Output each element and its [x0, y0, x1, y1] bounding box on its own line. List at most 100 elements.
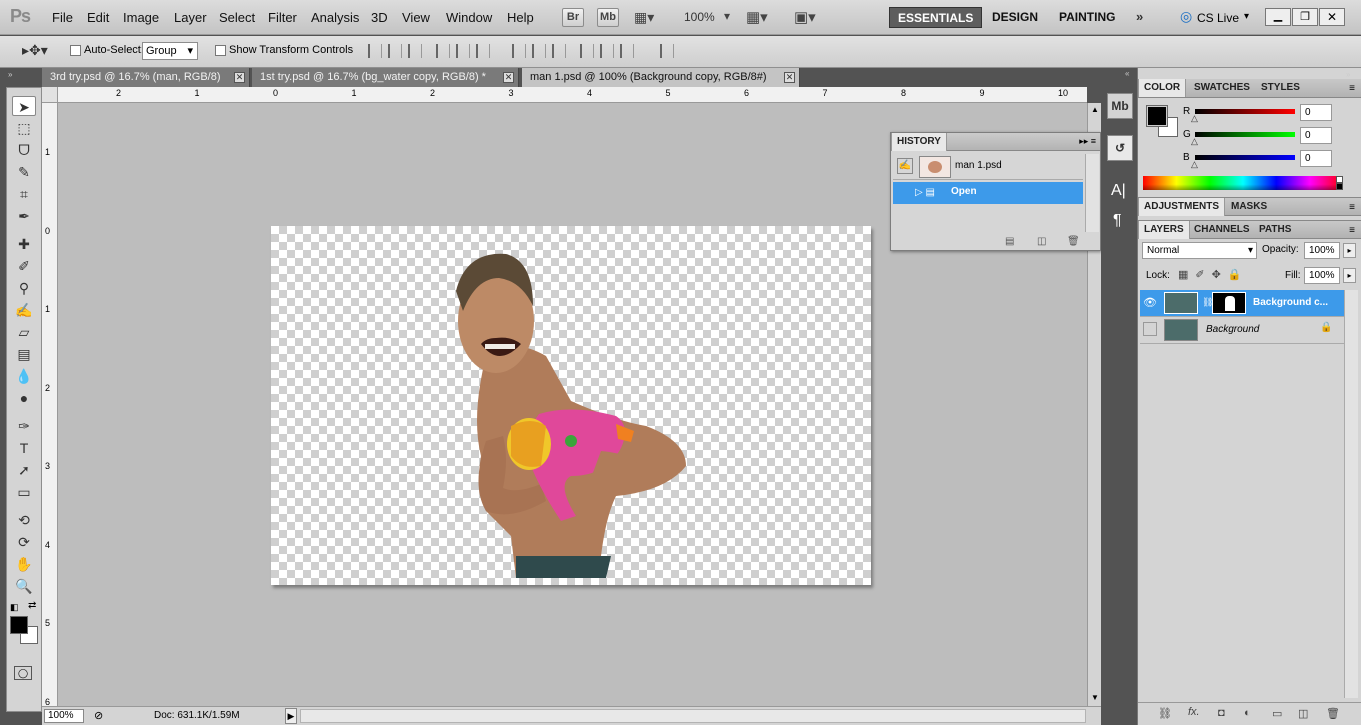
cs-live-dropdown-icon[interactable]: ▾: [1244, 11, 1249, 22]
zoom-level[interactable]: 100%: [684, 10, 715, 24]
document-canvas[interactable]: [271, 226, 871, 585]
tab-swatches[interactable]: SWATCHES: [1189, 79, 1255, 97]
workspace-design[interactable]: DESIGN: [984, 7, 1046, 28]
panel-menu-icon[interactable]: ≡: [1349, 202, 1355, 213]
lock-icons[interactable]: ▦✐✥🔒: [1178, 268, 1249, 281]
history-snapshot-row[interactable]: ✍ man 1.psd: [893, 154, 1083, 180]
zoom-dropdown-icon[interactable]: ▾: [724, 9, 730, 23]
paragraph-panel-icon[interactable]: ¶: [1113, 212, 1122, 230]
gradient-tool-icon[interactable]: ▤: [12, 344, 36, 364]
align-right-icon[interactable]: [476, 44, 490, 58]
quick-mask-icon[interactable]: ◯: [14, 666, 32, 680]
lasso-tool-icon[interactable]: ᗜ: [12, 140, 36, 160]
new-group-icon[interactable]: ▭: [1272, 707, 1282, 720]
auto-select-dropdown[interactable]: Group ▾: [142, 42, 198, 60]
distribute-vcenter-icon[interactable]: [532, 44, 546, 58]
3d-orbit-tool-icon[interactable]: ⟳: [12, 532, 36, 552]
menu-view[interactable]: View: [402, 10, 430, 25]
ruler-origin[interactable]: [42, 87, 58, 103]
menu-3d[interactable]: 3D: [371, 10, 388, 25]
new-document-icon[interactable]: ▤: [1005, 236, 1014, 247]
distribute-hcenter-icon[interactable]: [600, 44, 614, 58]
tab-history[interactable]: HISTORY: [891, 133, 947, 151]
tab-paths[interactable]: PATHS: [1254, 221, 1296, 239]
healing-brush-tool-icon[interactable]: ✚: [12, 234, 36, 254]
rectangle-tool-icon[interactable]: ▭: [12, 482, 36, 502]
horizontal-scrollbar[interactable]: [300, 709, 1086, 723]
new-snapshot-icon[interactable]: ◫: [1037, 236, 1046, 247]
history-scrollbar[interactable]: [1085, 154, 1099, 232]
layer-style-icon[interactable]: fx.: [1188, 706, 1200, 718]
g-slider-thumb-icon[interactable]: △: [1191, 136, 1198, 147]
tab-color[interactable]: COLOR: [1138, 79, 1187, 97]
collapse-strip-icon[interactable]: «: [1125, 69, 1129, 78]
view-extras-icon[interactable]: ▦▾: [634, 9, 666, 26]
align-hcenter-icon[interactable]: [456, 44, 470, 58]
eyedropper-tool-icon[interactable]: ✒: [12, 206, 36, 226]
pen-tool-icon[interactable]: ✑: [12, 416, 36, 436]
layer-name[interactable]: Background c...: [1253, 297, 1328, 308]
color-spectrum-ramp[interactable]: [1143, 176, 1343, 190]
status-zoom[interactable]: 100%: [44, 709, 84, 723]
tab-masks[interactable]: MASKS: [1226, 198, 1272, 216]
show-transform-checkbox[interactable]: [215, 45, 226, 59]
clone-stamp-tool-icon[interactable]: ⚲: [12, 278, 36, 298]
adjustment-layer-icon[interactable]: ◐: [1244, 707, 1251, 719]
align-top-icon[interactable]: [368, 44, 382, 58]
tab-1st-try[interactable]: 1st try.psd @ 16.7% (bg_water copy, RGB/…: [252, 68, 519, 87]
delete-layer-icon[interactable]: 🗑: [1326, 707, 1340, 720]
quick-selection-tool-icon[interactable]: ✎: [12, 162, 36, 182]
zoom-tool-icon[interactable]: 🔍: [12, 576, 36, 596]
panel-menu-icon[interactable]: ▸▸ ≡: [1079, 136, 1096, 147]
blend-mode-select[interactable]: Normal ▾: [1142, 242, 1257, 259]
blur-tool-icon[interactable]: 💧: [12, 366, 36, 386]
brush-tool-icon[interactable]: ✐: [12, 256, 36, 276]
menu-filter[interactable]: Filter: [268, 10, 297, 25]
opacity-slider-icon[interactable]: ▸: [1343, 243, 1356, 258]
link-layers-icon[interactable]: ⛓: [1158, 707, 1172, 720]
cs-live-icon[interactable]: ◎: [1180, 8, 1192, 25]
distribute-bottom-icon[interactable]: [552, 44, 566, 58]
move-tool-icon[interactable]: ➤: [12, 96, 36, 116]
default-colors-icon[interactable]: ◧: [10, 602, 19, 613]
eye-visibility-toggle[interactable]: [1143, 322, 1157, 336]
workspace-essentials[interactable]: ESSENTIALS: [889, 7, 983, 28]
crop-tool-icon[interactable]: ⌗: [12, 184, 36, 204]
tab-adjustments[interactable]: ADJUSTMENTS: [1138, 198, 1226, 216]
mini-bridge-panel-icon[interactable]: Mb: [1107, 93, 1133, 119]
more-workspaces-icon[interactable]: »: [1136, 9, 1143, 24]
arrange-documents-icon[interactable]: ▦▾: [746, 8, 768, 26]
layer-row-background[interactable]: Background 🔒: [1140, 317, 1344, 344]
b-slider-thumb-icon[interactable]: △: [1191, 159, 1198, 170]
3d-rotate-tool-icon[interactable]: ⟲: [12, 510, 36, 530]
fill-value[interactable]: 100%: [1304, 267, 1340, 284]
move-tool-preset-icon[interactable]: ▸✥▾: [22, 42, 48, 59]
scroll-down-icon[interactable]: ▼: [1091, 693, 1099, 702]
color-fg-swatch[interactable]: [1146, 105, 1168, 127]
history-step-row[interactable]: ▷ ▤ Open: [893, 182, 1083, 204]
collapse-dock-icon[interactable]: »: [1346, 70, 1350, 79]
distribute-left-icon[interactable]: [580, 44, 594, 58]
history-brush-source-icon[interactable]: ✍: [897, 158, 913, 174]
close-icon[interactable]: ✕: [1319, 8, 1345, 26]
ramp-black-swatch[interactable]: [1336, 183, 1343, 190]
path-selection-tool-icon[interactable]: ➚: [12, 460, 36, 480]
bridge-button[interactable]: Br: [562, 8, 584, 27]
trash-icon[interactable]: 🗑: [1067, 236, 1080, 247]
b-value[interactable]: 0: [1300, 150, 1332, 167]
status-menu-icon[interactable]: ▶: [285, 708, 297, 724]
align-left-icon[interactable]: [436, 44, 450, 58]
eraser-tool-icon[interactable]: ▱: [12, 322, 36, 342]
align-bottom-icon[interactable]: [408, 44, 422, 58]
panel-menu-icon[interactable]: ≡: [1349, 225, 1355, 236]
auto-select-checkbox[interactable]: [70, 45, 81, 59]
cs-live-label[interactable]: CS Live: [1197, 11, 1239, 25]
menu-analysis[interactable]: Analysis: [311, 10, 359, 25]
foreground-color-swatch[interactable]: [10, 616, 28, 634]
menu-window[interactable]: Window: [446, 10, 492, 25]
layer-name[interactable]: Background: [1206, 324, 1259, 335]
g-slider[interactable]: [1195, 132, 1295, 137]
minimize-icon[interactable]: ▁: [1265, 8, 1291, 26]
tab-channels[interactable]: CHANNELS: [1189, 221, 1255, 239]
menu-image[interactable]: Image: [123, 10, 159, 25]
